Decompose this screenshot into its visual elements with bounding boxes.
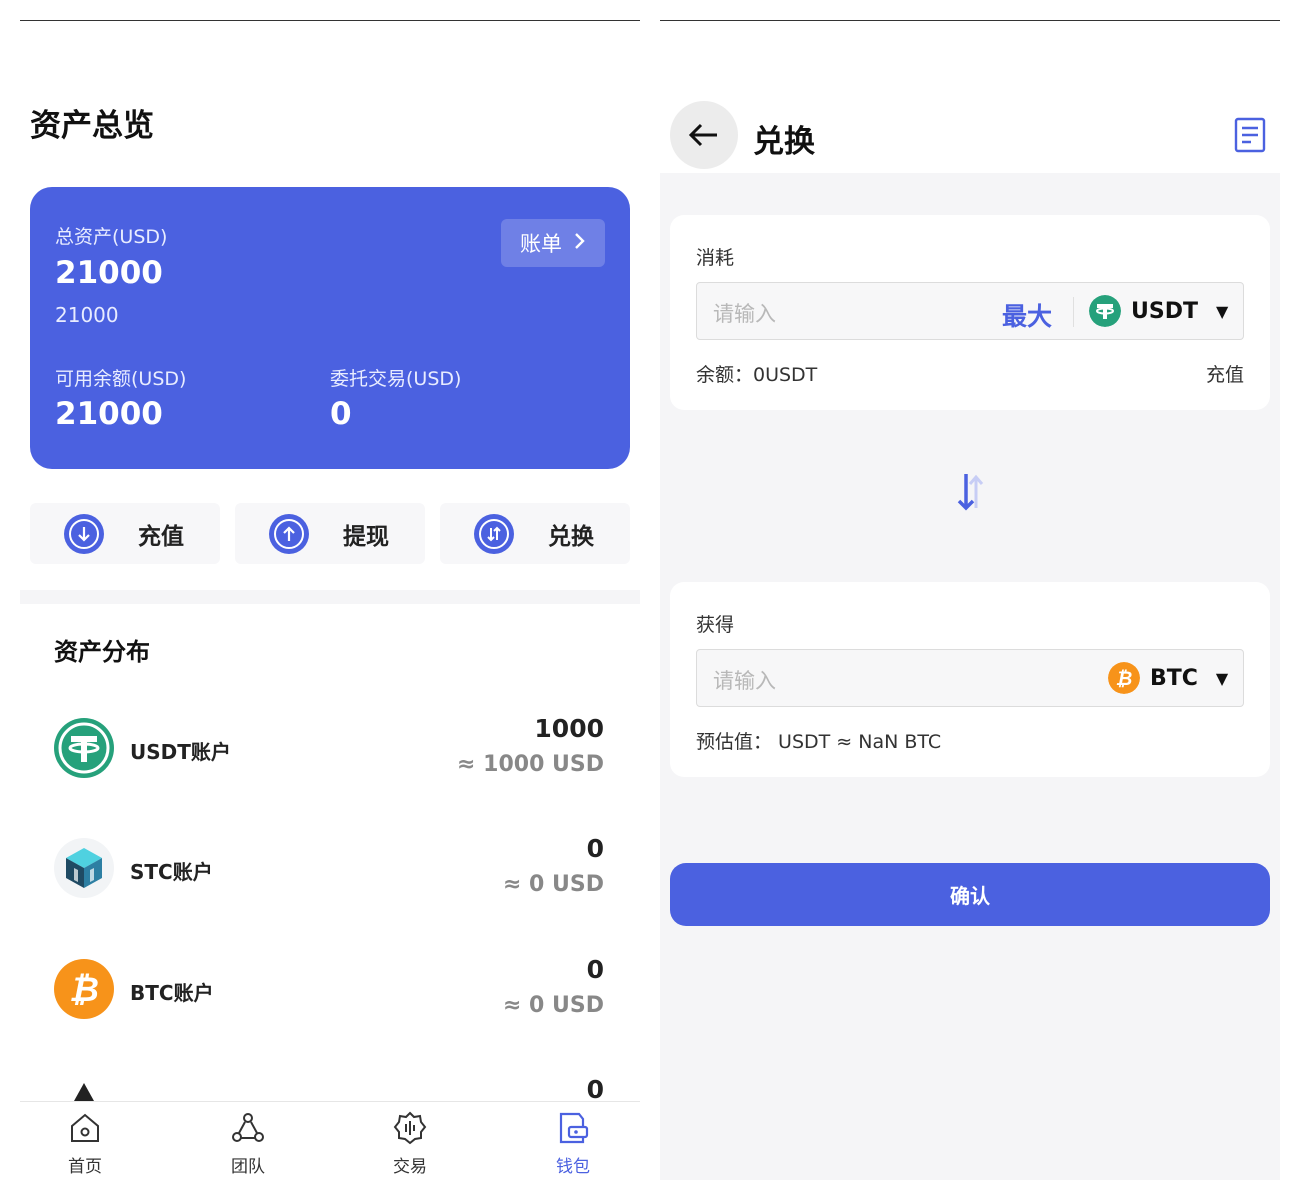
home-icon [71,1113,99,1142]
receive-label: 获得 [696,614,735,636]
consume-label: 消耗 [696,247,735,269]
receive-amount-input[interactable]: 请输入 ₿ BTC ▼ [696,649,1244,707]
stc-coin-icon [54,838,114,898]
receive-currency-select[interactable]: ₿ BTC ▼ [1108,662,1228,694]
withdraw-label: 提现 [343,523,389,550]
usdt-coin-icon [1089,295,1121,327]
deposit-icon [64,513,104,554]
total-assets-sub-value: 21000 [55,303,119,327]
deposit-button[interactable]: 充值 [30,503,220,564]
page-title: 资产总览 [30,108,154,144]
tab-home[interactable]: 首页 [45,1110,125,1177]
bill-button[interactable]: 账单 [501,219,605,267]
back-button[interactable] [670,101,738,169]
asset-amount: 0 [586,1075,604,1104]
team-icon [232,1113,264,1142]
tab-wallet-label: 钱包 [556,1157,590,1177]
total-assets-label: 总资产(USD) [55,226,168,248]
asset-row-stc[interactable]: STC账户 0 ≈ 0 USD [20,834,640,938]
consume-balance: 余额：0USDT [696,364,818,386]
tab-team-label: 团队 [231,1157,265,1177]
chevron-right-icon [574,231,586,256]
exchange-screen: 兑换 消耗 请输入 最大 USDT ▼ 余额：0USDT 充值 获得 请输入 ₿… [660,0,1280,1180]
consume-currency-label: USDT [1131,298,1198,324]
asset-usd-value: ≈ 0 USD [502,993,604,1018]
recharge-link[interactable]: 充值 [1206,360,1244,387]
tab-trade[interactable]: 交易 [370,1110,450,1177]
deposit-label: 充值 [138,523,184,550]
receive-section: 获得 请输入 ₿ BTC ▼ 预估值： USDT ≈ NaN BTC [670,582,1270,777]
entrust-trade-label: 委托交易(USD) [330,368,462,390]
exchange-label: 兑换 [548,523,594,550]
usdt-coin-icon [54,718,114,778]
btc-coin-icon: ₿ [1108,662,1140,694]
asset-name: BTC账户 [130,981,214,1005]
bill-button-label: 账单 [520,232,562,256]
caret-down-icon: ▼ [1215,301,1229,321]
asset-row-btc[interactable]: ₿ BTC账户 0 ≈ 0 USD [20,955,640,1059]
bottom-tab-bar: 首页 团队 交易 钱包 [20,1101,640,1180]
exchange-button[interactable]: 兑换 [440,503,630,564]
asset-usd-value: ≈ 0 USD [502,872,604,897]
entrust-trade-value: 0 [330,396,352,432]
consume-section: 消耗 请输入 最大 USDT ▼ 余额：0USDT 充值 [670,215,1270,410]
arrow-left-icon [688,123,717,147]
tab-team[interactable]: 团队 [208,1110,288,1177]
tab-wallet[interactable]: 钱包 [533,1110,613,1177]
input-divider [1073,297,1074,327]
estimate-value: 预估值： USDT ≈ NaN BTC [696,731,942,753]
withdraw-icon [269,513,309,554]
asset-amount: 0 [586,834,604,863]
svg-text:₿: ₿ [69,970,99,1010]
section-separator [20,590,640,604]
trade-icon [393,1111,427,1145]
withdraw-button[interactable]: 提现 [235,503,425,564]
asset-distribution-title: 资产分布 [54,638,150,666]
exchange-icon [474,513,514,554]
asset-name: USDT账户 [130,740,231,764]
consume-input-placeholder: 请输入 [713,302,776,326]
caret-down-icon: ▼ [1215,668,1229,688]
wallet-icon [559,1112,589,1144]
total-assets-card: 总资产(USD) 21000 21000 账单 可用余额(USD) 21000 … [30,187,630,469]
top-divider [660,20,1280,21]
exchange-header: 兑换 [660,0,1280,173]
swap-direction-icon[interactable] [950,470,990,514]
max-button[interactable]: 最大 [1002,297,1052,333]
total-assets-value: 21000 [55,255,163,291]
receive-input-placeholder: 请输入 [713,669,776,693]
top-divider [20,20,640,21]
asset-amount: 1000 [534,714,604,743]
document-list-icon[interactable] [1234,117,1266,153]
available-balance-label: 可用余额(USD) [55,368,187,390]
confirm-button[interactable]: 确认 [670,863,1270,926]
asset-name: STC账户 [130,860,213,884]
available-balance-value: 21000 [55,396,163,432]
consume-currency-select[interactable]: USDT ▼ [1089,295,1228,327]
wallet-overview-screen: 资产总览 总资产(USD) 21000 21000 账单 可用余额(USD) 2… [20,0,640,1180]
tab-home-label: 首页 [68,1157,102,1177]
tab-trade-label: 交易 [393,1157,427,1177]
page-title: 兑换 [753,124,815,160]
receive-currency-label: BTC [1150,665,1198,691]
svg-text:₿: ₿ [1116,668,1133,690]
consume-amount-input[interactable]: 请输入 最大 USDT ▼ [696,282,1244,340]
asset-amount: 0 [586,955,604,984]
asset-usd-value: ≈ 1000 USD [457,752,604,777]
btc-coin-icon: ₿ [54,959,114,1019]
asset-row-usdt[interactable]: USDT账户 1000 ≈ 1000 USD [20,714,640,818]
